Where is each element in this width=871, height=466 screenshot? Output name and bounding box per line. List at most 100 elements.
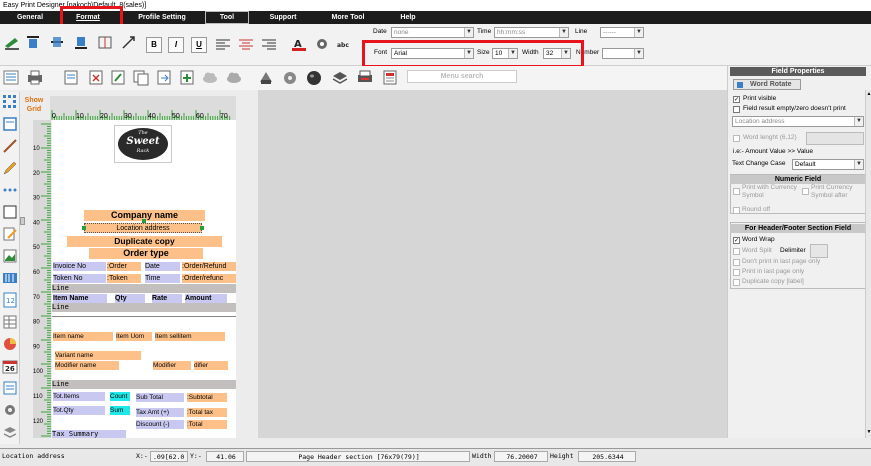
section-resize-handle[interactable] xyxy=(20,217,25,225)
stack-icon[interactable] xyxy=(331,69,349,86)
print-visible-checkbox[interactable]: ✓ xyxy=(733,96,740,103)
resize-icon[interactable] xyxy=(120,34,138,51)
tot-qty-label[interactable]: Tot.Qty xyxy=(53,406,105,415)
settings-icon[interactable] xyxy=(2,402,18,418)
time-format-select[interactable]: hh:mm:ss ▼ xyxy=(494,27,569,38)
settings-gear-icon[interactable] xyxy=(313,36,331,53)
select-grid-icon[interactable] xyxy=(2,94,18,110)
tax-summary-field[interactable]: Tax Summary xyxy=(52,430,126,438)
properties-scrollbar[interactable]: ▲ ▼ xyxy=(865,90,871,438)
font-style-icon[interactable]: abc xyxy=(336,36,354,53)
receipt-canvas[interactable]: The Sweet Rack Company name Location add… xyxy=(52,120,236,438)
receipt-printer-icon[interactable] xyxy=(356,69,374,86)
delete-document-icon[interactable] xyxy=(87,69,105,86)
item-sellitem-field[interactable]: Item sellitem xyxy=(155,332,225,341)
qty-header[interactable]: Qty xyxy=(115,294,145,303)
distribute-icon[interactable] xyxy=(96,34,114,51)
word-split-checkbox[interactable] xyxy=(733,248,740,255)
item-name-header[interactable]: Item Name xyxy=(53,294,107,303)
total-field[interactable]: :Total xyxy=(187,420,227,429)
pen-tool-icon[interactable] xyxy=(3,34,21,51)
menu-search-input[interactable]: Menu search xyxy=(407,70,517,83)
align-middle-icon[interactable] xyxy=(48,34,66,51)
line-draw-icon[interactable] xyxy=(2,138,18,154)
menu-profile-setting[interactable]: Profile Setting xyxy=(130,11,194,24)
line-style-select[interactable]: ------ ▼ xyxy=(600,27,644,38)
item-name-field[interactable]: Item name xyxy=(53,332,113,341)
align-top-icon[interactable] xyxy=(24,34,42,51)
tot-items-label[interactable]: Tot.Items xyxy=(53,392,105,401)
menu-more-tool[interactable]: More Tool xyxy=(325,11,371,24)
total-tax-field[interactable]: :Total tax xyxy=(187,408,227,417)
time-label-field[interactable]: Time xyxy=(145,274,180,283)
pencil-icon[interactable] xyxy=(2,160,18,176)
variant-name-field[interactable]: Variant name xyxy=(55,351,141,360)
align-left-icon[interactable] xyxy=(214,36,232,53)
round-off-checkbox[interactable] xyxy=(733,207,740,214)
dotted-line-icon[interactable] xyxy=(2,182,18,198)
word-wrap-checkbox[interactable]: ✓ xyxy=(733,237,740,244)
date-format-select[interactable]: none ▼ xyxy=(391,27,474,38)
dont-print-last-checkbox[interactable] xyxy=(733,259,740,266)
number-format-select[interactable]: ▼ xyxy=(602,48,644,59)
underline-button[interactable]: U xyxy=(191,37,207,53)
scroll-up-icon[interactable]: ▲ xyxy=(866,90,871,98)
sub-total-label[interactable]: Sub Total xyxy=(136,393,184,402)
location-address-field[interactable]: Location address xyxy=(84,223,202,233)
layers-icon[interactable] xyxy=(2,424,18,440)
design-workspace[interactable] xyxy=(258,90,727,438)
print-icon[interactable] xyxy=(26,69,44,86)
order-refund-field-2[interactable]: :Order/refunc xyxy=(182,274,236,283)
calendar-icon[interactable]: 26 xyxy=(2,358,18,374)
item-uom-field[interactable]: Item Uom xyxy=(116,332,152,341)
text-case-select[interactable]: Default ▼ xyxy=(792,159,864,170)
difier-field[interactable]: difier xyxy=(194,361,228,370)
font-color-icon[interactable]: A xyxy=(290,36,308,53)
field-name-select[interactable]: Location address ▼ xyxy=(732,116,864,127)
export-icon[interactable] xyxy=(155,69,173,86)
print-currency-after-checkbox[interactable] xyxy=(802,188,809,195)
menu-support[interactable]: Support xyxy=(263,11,303,24)
word-rotate-button[interactable]: Word Rotate xyxy=(733,79,801,90)
menu-tool[interactable]: Tool xyxy=(205,11,249,24)
selection-handle[interactable] xyxy=(82,226,86,230)
align-bottom-icon[interactable] xyxy=(72,34,90,51)
cloud-upload-icon[interactable] xyxy=(201,69,219,86)
barcode-icon[interactable] xyxy=(2,270,18,286)
date-label-field[interactable]: Date xyxy=(145,262,180,271)
tools-icon[interactable] xyxy=(281,69,299,86)
rate-header[interactable]: Rate xyxy=(152,294,182,303)
text-field-icon[interactable] xyxy=(2,116,18,132)
edit-icon[interactable] xyxy=(2,226,18,242)
tax-amt-label[interactable]: Tax Amt (+) xyxy=(136,408,184,417)
line-separator-field-3[interactable]: Line xyxy=(52,380,236,389)
cloud-download-icon[interactable] xyxy=(225,69,243,86)
count-field[interactable]: Count xyxy=(110,392,130,401)
table-icon[interactable] xyxy=(2,314,18,330)
report-icon[interactable] xyxy=(2,380,18,396)
bold-button[interactable]: B xyxy=(146,37,162,53)
document-icon[interactable] xyxy=(62,69,80,86)
print-last-only-checkbox[interactable] xyxy=(733,269,740,276)
chart-icon[interactable] xyxy=(2,336,18,352)
number-list-icon[interactable]: 12 xyxy=(2,292,18,308)
show-grid-toggle[interactable]: Show Grid xyxy=(21,96,47,118)
globe-icon[interactable] xyxy=(305,69,323,86)
token-field[interactable]: :Token xyxy=(107,274,141,283)
image-field-icon[interactable] xyxy=(2,248,18,264)
line-separator-field[interactable]: Line xyxy=(52,284,236,293)
scroll-down-icon[interactable]: ▼ xyxy=(866,428,871,436)
order-refund-field[interactable]: :Order/Refund xyxy=(182,262,236,271)
order-field[interactable]: :Order xyxy=(107,262,141,271)
printer-setup-icon[interactable] xyxy=(257,69,275,86)
copy-document-icon[interactable] xyxy=(132,69,150,86)
selection-handle[interactable] xyxy=(200,226,204,230)
selection-handle[interactable] xyxy=(142,219,146,223)
rectangle-icon[interactable] xyxy=(2,204,18,220)
modifier-name-field[interactable]: Modifier name xyxy=(55,361,119,370)
field-empty-checkbox[interactable] xyxy=(733,106,740,113)
invoice-no-label[interactable]: Invoice No xyxy=(53,262,106,271)
align-center-icon[interactable] xyxy=(237,36,255,53)
duplicate-copy-field[interactable]: Duplicate copy xyxy=(67,236,222,247)
line-separator-field-2[interactable]: Line xyxy=(52,303,236,312)
